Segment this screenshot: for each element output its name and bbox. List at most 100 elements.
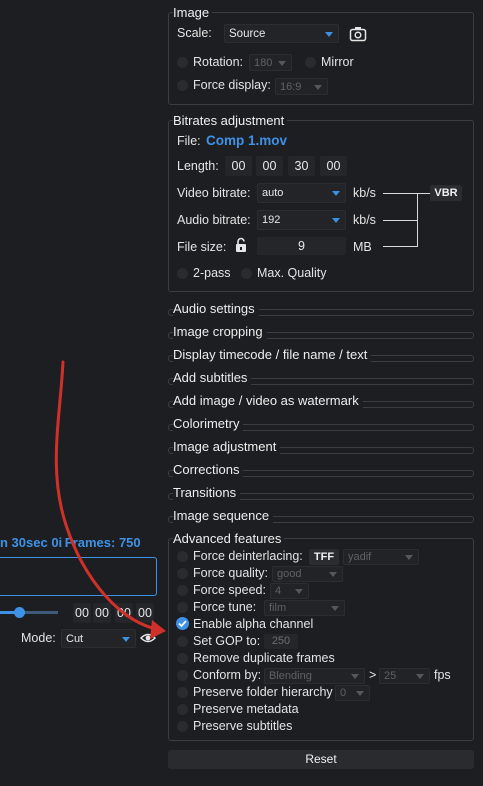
tune-select[interactable]: film	[264, 600, 345, 616]
section-display-timecode[interactable]: Display timecode / file name / text	[168, 347, 474, 368]
speed-radio[interactable]	[177, 585, 188, 596]
tune-radio[interactable]	[177, 602, 188, 613]
gop-input[interactable]: 250	[264, 634, 298, 649]
quality-label: Force quality:	[193, 566, 269, 580]
force-display-select[interactable]: 16:9	[275, 78, 328, 95]
quality-value: good	[277, 568, 302, 580]
deinterlacing-value: yadif	[348, 551, 372, 563]
chevron-down-icon	[405, 555, 413, 560]
section-watermark[interactable]: Add image / video as watermark	[168, 393, 474, 414]
audio-bitrate-value: 192	[262, 214, 281, 226]
quality-select[interactable]: good	[272, 566, 343, 582]
chevron-down-icon	[325, 31, 333, 37]
video-bitrate-select[interactable]: auto	[257, 183, 346, 203]
folder-hierarchy-select[interactable]: 0	[335, 685, 370, 701]
section-image-sequence[interactable]: Image sequence	[168, 508, 474, 529]
folder-hierarchy-value: 0	[340, 687, 347, 699]
rotation-label: Rotation:	[193, 55, 244, 69]
two-pass-radio[interactable]	[177, 268, 188, 279]
section-image-adjustment[interactable]: Image adjustment	[168, 439, 474, 460]
section-image-cropping[interactable]: Image cropping	[168, 324, 474, 345]
file-name: Comp 1.mov	[206, 133, 288, 148]
audio-bitrate-unit: kb/s	[353, 213, 376, 227]
image-group-title: Image	[173, 5, 213, 20]
vbr-button[interactable]: VBR	[430, 185, 462, 201]
section-title: Transitions	[173, 485, 241, 501]
folder-hierarchy-radio[interactable]	[177, 687, 188, 698]
reset-button[interactable]: Reset	[168, 750, 474, 769]
conform-fps-select[interactable]: 25	[379, 668, 430, 684]
force-display-label: Force display:	[193, 78, 271, 92]
section-title: Add image / video as watermark	[173, 393, 363, 409]
chevron-down-icon	[331, 606, 339, 611]
section-colorimetry[interactable]: Colorimetry	[168, 416, 474, 437]
conform-separator: >	[369, 668, 377, 682]
bracket-line	[383, 246, 418, 247]
max-quality-radio[interactable]	[241, 268, 252, 279]
scale-select[interactable]: Source	[224, 24, 339, 43]
unlock-icon[interactable]	[234, 237, 250, 253]
rotation-select[interactable]: 180	[249, 54, 292, 71]
chevron-down-icon	[278, 60, 286, 66]
subtitles-radio[interactable]	[177, 721, 188, 732]
section-corrections[interactable]: Corrections	[168, 462, 474, 483]
chevron-down-icon	[295, 589, 303, 594]
section-title: Corrections	[173, 462, 244, 478]
mirror-radio[interactable]	[305, 57, 316, 68]
file-size-label: File size:	[177, 240, 227, 254]
video-bitrate-unit: kb/s	[353, 186, 376, 200]
alpha-label: Enable alpha channel	[193, 617, 314, 631]
video-bitrate-label: Video bitrate:	[177, 186, 251, 200]
remove-duplicate-radio[interactable]	[177, 653, 188, 664]
deinterlacing-radio[interactable]	[177, 551, 188, 562]
deinterlacing-select[interactable]: yadif	[343, 549, 419, 565]
section-add-subtitles[interactable]: Add subtitles	[168, 370, 474, 391]
gop-radio[interactable]	[177, 636, 188, 647]
section-title: Image adjustment	[173, 439, 281, 455]
conform-fps-value: 25	[384, 670, 397, 682]
metadata-label: Preserve metadata	[193, 702, 299, 716]
conform-method-select[interactable]: Blending	[264, 668, 365, 684]
tune-value: film	[269, 602, 287, 614]
speed-label: Force speed:	[193, 583, 266, 597]
length-label: Length:	[177, 159, 219, 173]
scale-label: Scale:	[177, 26, 212, 40]
force-display-radio[interactable]	[177, 80, 188, 91]
conform-label: Conform by:	[193, 668, 262, 682]
metadata-radio[interactable]	[177, 704, 188, 715]
preserve-subtitles-label: Preserve subtitles	[193, 719, 293, 733]
alpha-checkbox[interactable]	[176, 617, 189, 630]
remove-duplicate-label: Remove duplicate frames	[193, 651, 335, 665]
section-audio-settings[interactable]: Audio settings	[168, 301, 474, 322]
audio-bitrate-select[interactable]: 192	[257, 210, 346, 230]
speed-select[interactable]: 4	[270, 583, 309, 599]
chevron-down-icon	[332, 218, 340, 223]
rotation-radio[interactable]	[177, 57, 188, 68]
length-frames[interactable]: 00	[320, 156, 347, 176]
file-size-unit: MB	[353, 240, 372, 254]
length-seconds[interactable]: 30	[288, 156, 315, 176]
chevron-down-icon	[356, 691, 364, 696]
advanced-group-title: Advanced features	[173, 531, 285, 546]
bracket-line	[383, 220, 418, 221]
checkmark-icon	[178, 620, 187, 628]
section-transitions[interactable]: Transitions	[168, 485, 474, 506]
conform-method-value: Blending	[269, 670, 312, 682]
force-display-value: 16:9	[280, 80, 302, 93]
conform-radio[interactable]	[177, 670, 188, 681]
rotation-value: 180	[254, 56, 273, 69]
tff-button[interactable]: TFF	[309, 549, 339, 565]
length-hours[interactable]: 00	[225, 156, 252, 176]
chevron-down-icon	[416, 674, 424, 679]
length-minutes[interactable]: 00	[256, 156, 283, 176]
bitrates-group-title: Bitrates adjustment	[173, 113, 288, 128]
chevron-down-icon	[329, 572, 337, 577]
tune-label: Force tune:	[193, 600, 257, 614]
file-size-input[interactable]: 9	[257, 237, 346, 255]
chevron-down-icon	[351, 674, 359, 679]
camera-icon[interactable]	[349, 26, 367, 42]
quality-radio[interactable]	[177, 568, 188, 579]
video-bitrate-value: auto	[262, 187, 284, 199]
deinterlacing-label: Force deinterlacing:	[193, 549, 303, 563]
conform-fps-unit: fps	[434, 668, 451, 682]
